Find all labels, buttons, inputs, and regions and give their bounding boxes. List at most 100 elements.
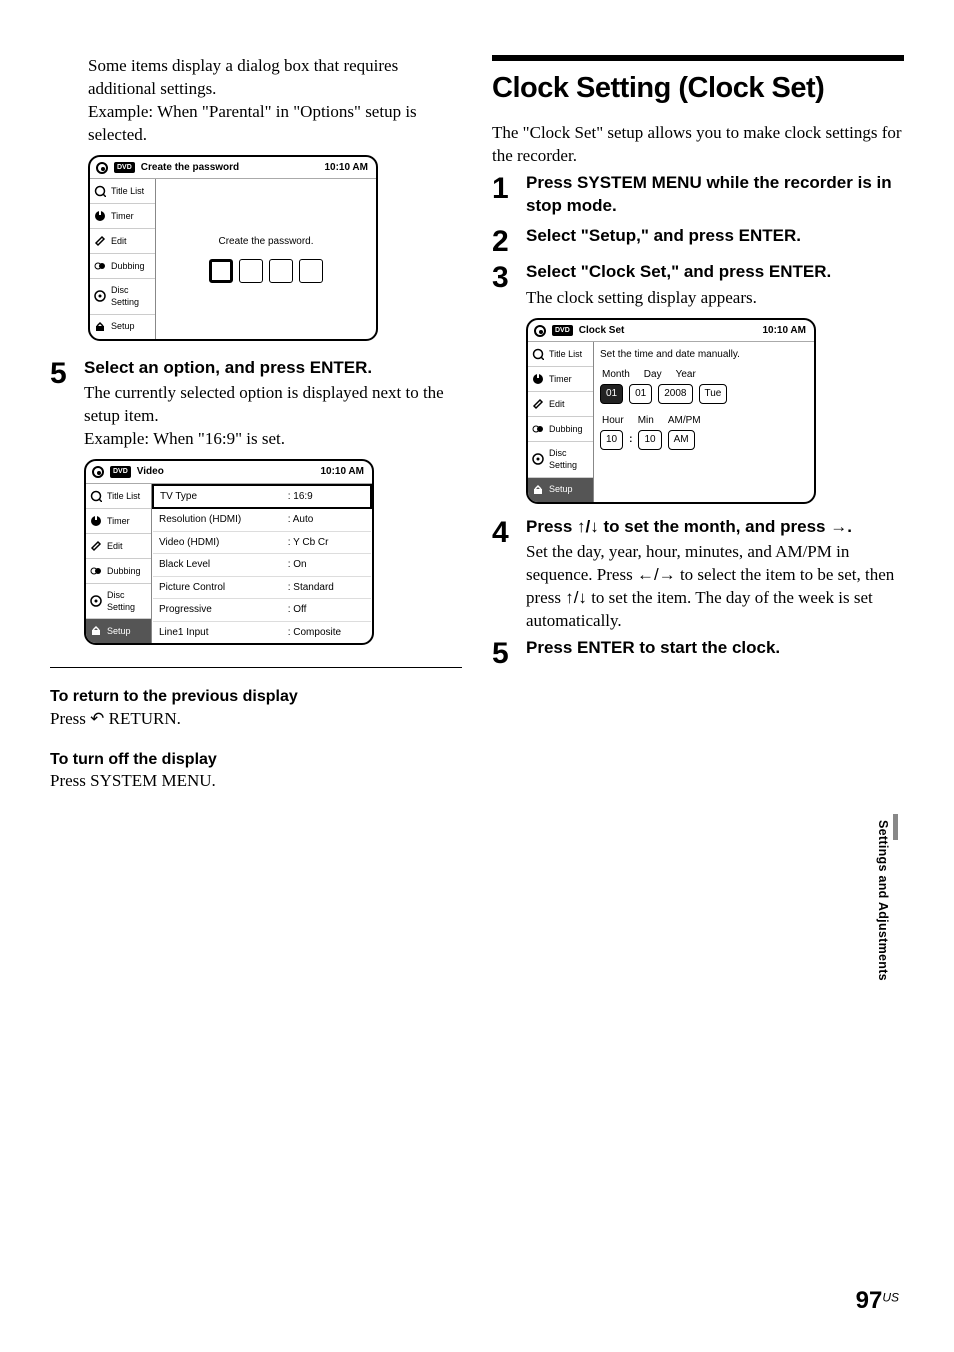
date-label: Month xyxy=(602,368,630,382)
sidebar-item-setup[interactable]: Setup xyxy=(86,619,151,643)
sidebar-item-label: Dubbing xyxy=(107,565,141,577)
sidebar-item-disc-setting[interactable]: Disc Setting xyxy=(86,584,151,619)
page-number: 97US xyxy=(856,1285,899,1317)
step-title: Press SYSTEM MENU while the recorder is … xyxy=(526,172,904,218)
divider xyxy=(50,667,462,668)
dubbing-icon xyxy=(89,564,103,578)
dubbing-icon xyxy=(93,259,107,273)
osd-time: 10:10 AM xyxy=(324,161,368,175)
month-value[interactable]: 01 xyxy=(600,384,623,404)
sidebar-item-title-list[interactable]: Title List xyxy=(90,179,155,204)
password-box[interactable] xyxy=(269,259,293,283)
sidebar-item-dubbing[interactable]: Dubbing xyxy=(528,417,593,442)
dvd-badge: DVD xyxy=(552,325,573,336)
setup-icon xyxy=(531,483,545,497)
setup-icon xyxy=(89,624,103,638)
dvd-badge: DVD xyxy=(114,162,135,173)
minute-value[interactable]: 10 xyxy=(638,430,661,450)
year-value[interactable]: 2008 xyxy=(658,384,692,404)
step-title: Select "Setup," and press ENTER. xyxy=(526,225,904,248)
sidebar-item-label: Setup xyxy=(107,625,131,637)
setting-value: : Off xyxy=(282,599,371,622)
table-row[interactable]: Video (HDMI): Y Cb Cr xyxy=(153,531,371,554)
sidebar-item-title-list[interactable]: Title List xyxy=(86,484,151,509)
up-down-arrow-icon: ↑/↓ xyxy=(565,588,587,607)
disc-setting-icon xyxy=(89,594,103,608)
disc-icon xyxy=(92,466,104,478)
date-label: Day xyxy=(644,368,662,382)
setting-key: TV Type xyxy=(153,485,282,509)
sidebar-item-timer[interactable]: Timer xyxy=(86,509,151,534)
date-label: Year xyxy=(676,368,696,382)
sidebar-item-disc-setting[interactable]: Disc Setting xyxy=(528,442,593,477)
setting-key: Video (HDMI) xyxy=(153,531,282,554)
edit-icon xyxy=(93,234,107,248)
setting-value: : Composite xyxy=(282,621,371,643)
setting-key: Black Level xyxy=(153,554,282,577)
osd-time: 10:10 AM xyxy=(762,324,806,338)
password-box[interactable] xyxy=(239,259,263,283)
turnoff-heading: To turn off the display xyxy=(50,749,462,771)
section-intro: The "Clock Set" setup allows you to make… xyxy=(492,122,904,168)
table-row[interactable]: Progressive: Off xyxy=(153,599,371,622)
sidebar-item-dubbing[interactable]: Dubbing xyxy=(90,254,155,279)
timer-icon xyxy=(89,514,103,528)
step-title: Select an option, and press ENTER. xyxy=(84,357,462,380)
step-number: 1 xyxy=(492,172,526,204)
osd-sidebar: Title List Timer Edit Dubbing Disc Setti… xyxy=(528,342,594,501)
step-title: Select "Clock Set," and press ENTER. xyxy=(526,261,904,284)
sidebar-item-label: Edit xyxy=(111,235,127,247)
sidebar-item-label: Dubbing xyxy=(549,423,583,435)
password-box[interactable] xyxy=(209,259,233,283)
table-row[interactable]: Black Level: On xyxy=(153,554,371,577)
password-boxes[interactable] xyxy=(209,259,323,283)
sidebar-item-dubbing[interactable]: Dubbing xyxy=(86,559,151,584)
sidebar-item-timer[interactable]: Timer xyxy=(528,367,593,392)
sidebar-item-setup[interactable]: Setup xyxy=(90,315,155,339)
weekday-value: Tue xyxy=(699,384,728,404)
setting-value: : Auto xyxy=(282,508,371,531)
video-settings-table: TV Type: 16:9 Resolution (HDMI): Auto Vi… xyxy=(152,484,372,644)
table-row[interactable]: Resolution (HDMI): Auto xyxy=(153,508,371,531)
intro-text-2: Example: When "Parental" in "Options" se… xyxy=(88,101,462,147)
step-body-text: Set the day, year, hour, minutes, and AM… xyxy=(526,541,904,633)
sidebar-item-setup[interactable]: Setup xyxy=(528,478,593,502)
dubbing-icon xyxy=(531,422,545,436)
day-value[interactable]: 01 xyxy=(629,384,652,404)
edit-icon xyxy=(531,397,545,411)
setup-icon xyxy=(93,320,107,334)
title-list-icon xyxy=(531,347,545,361)
table-row[interactable]: Line1 Input: Composite xyxy=(153,621,371,643)
step-number: 4 xyxy=(492,516,526,548)
turnoff-body: Press SYSTEM MENU. xyxy=(50,770,462,793)
return-body: Press ↶ RETURN. xyxy=(50,708,462,731)
sidebar-item-label: Title List xyxy=(107,490,140,502)
table-row[interactable]: Picture Control: Standard xyxy=(153,576,371,599)
ampm-value[interactable]: AM xyxy=(668,430,695,450)
return-heading: To return to the previous display xyxy=(50,686,462,708)
time-label: Min xyxy=(638,414,654,428)
sidebar-item-disc-setting[interactable]: Disc Setting xyxy=(90,279,155,314)
osd-video-settings: DVD Video 10:10 AM Title List Timer Edit… xyxy=(84,459,374,645)
sidebar-item-label: Title List xyxy=(549,348,582,360)
section-rule xyxy=(492,55,904,61)
sidebar-item-timer[interactable]: Timer xyxy=(90,204,155,229)
sidebar-item-label: Edit xyxy=(549,398,565,410)
hour-value[interactable]: 10 xyxy=(600,430,623,450)
sidebar-item-title-list[interactable]: Title List xyxy=(528,342,593,367)
sidebar-item-edit[interactable]: Edit xyxy=(86,534,151,559)
step-body-text: The clock setting display appears. xyxy=(526,287,904,310)
step-number: 5 xyxy=(50,357,84,389)
disc-icon xyxy=(534,325,546,337)
time-label: Hour xyxy=(602,414,624,428)
table-row[interactable]: TV Type: 16:9 xyxy=(153,485,371,509)
sidebar-item-edit[interactable]: Edit xyxy=(90,229,155,254)
sidebar-item-edit[interactable]: Edit xyxy=(528,392,593,417)
setting-value: : Standard xyxy=(282,576,371,599)
step-body-text: The currently selected option is display… xyxy=(84,382,462,428)
sidebar-item-label: Timer xyxy=(111,210,134,222)
password-box[interactable] xyxy=(299,259,323,283)
time-label: AM/PM xyxy=(668,414,701,428)
colon: : xyxy=(629,433,632,447)
left-right-arrow-icon: ←/→ xyxy=(637,565,676,584)
